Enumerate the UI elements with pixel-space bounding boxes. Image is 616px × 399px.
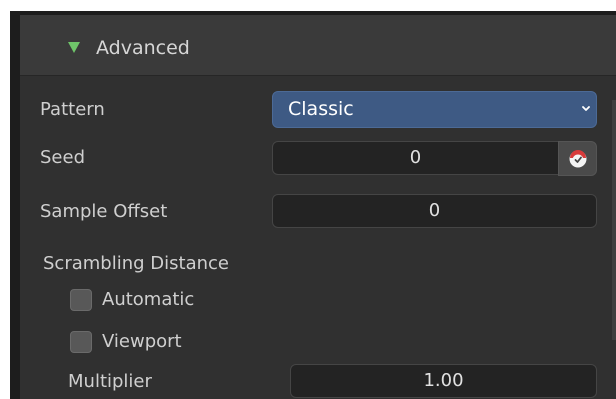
seed-animate-button[interactable] <box>558 141 597 176</box>
disclosure-triangle-down-icon[interactable] <box>68 42 80 53</box>
scrambling-distance-heading: Scrambling Distance <box>43 253 229 274</box>
seed-label: Seed <box>40 147 85 168</box>
viewport-checkbox[interactable] <box>70 331 92 353</box>
pattern-select-value: Classic <box>288 98 354 120</box>
chevron-down-icon <box>582 106 590 111</box>
automatic-label[interactable]: Automatic <box>102 288 194 312</box>
sample-offset-input[interactable]: 0 <box>272 194 597 228</box>
seed-input[interactable]: 0 <box>272 141 559 175</box>
multiplier-label: Multiplier <box>68 371 152 392</box>
pattern-select[interactable]: Classic <box>272 91 597 128</box>
panel-scrollbar[interactable] <box>612 100 616 340</box>
automatic-checkbox[interactable] <box>70 289 92 311</box>
multiplier-input[interactable]: 1.00 <box>290 364 597 398</box>
section-title: Advanced <box>96 37 190 59</box>
viewport-label[interactable]: Viewport <box>102 330 182 354</box>
pattern-label: Pattern <box>40 99 105 120</box>
sample-offset-label: Sample Offset <box>40 201 168 222</box>
clock-icon <box>569 150 587 168</box>
